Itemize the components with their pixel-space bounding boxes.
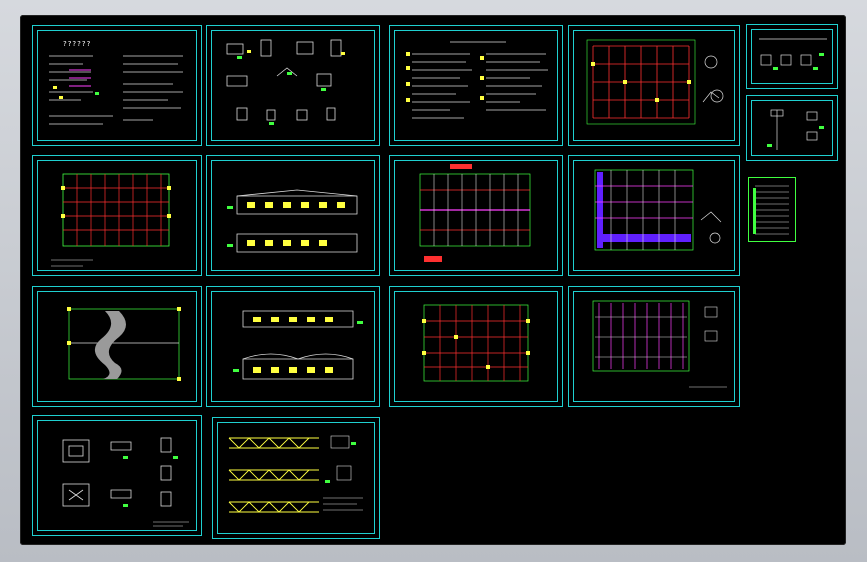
- sheet-wall-plan[interactable]: [568, 286, 740, 407]
- sheet-column-plan[interactable]: [32, 155, 202, 276]
- sheet-purlin-plan[interactable]: [389, 286, 563, 407]
- small-2-drawing: [767, 109, 824, 150]
- foundation-plan-drawing: [67, 307, 181, 381]
- sheet-truss-details[interactable]: [212, 417, 380, 539]
- column-plan-drawing: [51, 173, 171, 267]
- plan-1-drawing: [586, 39, 724, 125]
- footing-details-drawing: [62, 437, 189, 527]
- sheet-plan-1[interactable]: [568, 25, 740, 146]
- truss-details-drawing: [228, 435, 363, 513]
- roof-plan-drawing: [419, 164, 531, 262]
- cad-window: ??????: [0, 0, 867, 562]
- sheet-foundation-plan[interactable]: [32, 286, 202, 407]
- wall-plan-drawing: [592, 300, 727, 388]
- bracing-plan-drawing: [594, 169, 722, 251]
- sheet-footing-details[interactable]: [32, 415, 202, 536]
- index-drawing: [753, 185, 789, 235]
- elevation-2-drawing: [233, 310, 363, 380]
- sheet-roof-plan[interactable]: [389, 155, 563, 276]
- elevation-1-drawing: [227, 189, 358, 253]
- sheet-spec-list[interactable]: [389, 25, 563, 146]
- sheet-details-a[interactable]: [206, 25, 380, 146]
- sheet-notes[interactable]: ??????: [32, 25, 202, 146]
- sheet-elevation-1[interactable]: [206, 155, 380, 276]
- sheet-small-1[interactable]: [746, 24, 838, 89]
- sheet-index[interactable]: [748, 177, 796, 242]
- drawing-viewport[interactable]: ??????: [20, 15, 846, 545]
- small-1-drawing: [759, 38, 827, 70]
- sheet-elevation-2[interactable]: [206, 286, 380, 407]
- sheet-small-2[interactable]: [746, 95, 838, 161]
- notes-drawing: [49, 55, 183, 125]
- spec-drawing: [406, 41, 548, 119]
- sheet-bracing-plan[interactable]: [568, 155, 740, 276]
- details-drawing: [226, 39, 345, 125]
- purlin-plan-drawing: [422, 304, 530, 382]
